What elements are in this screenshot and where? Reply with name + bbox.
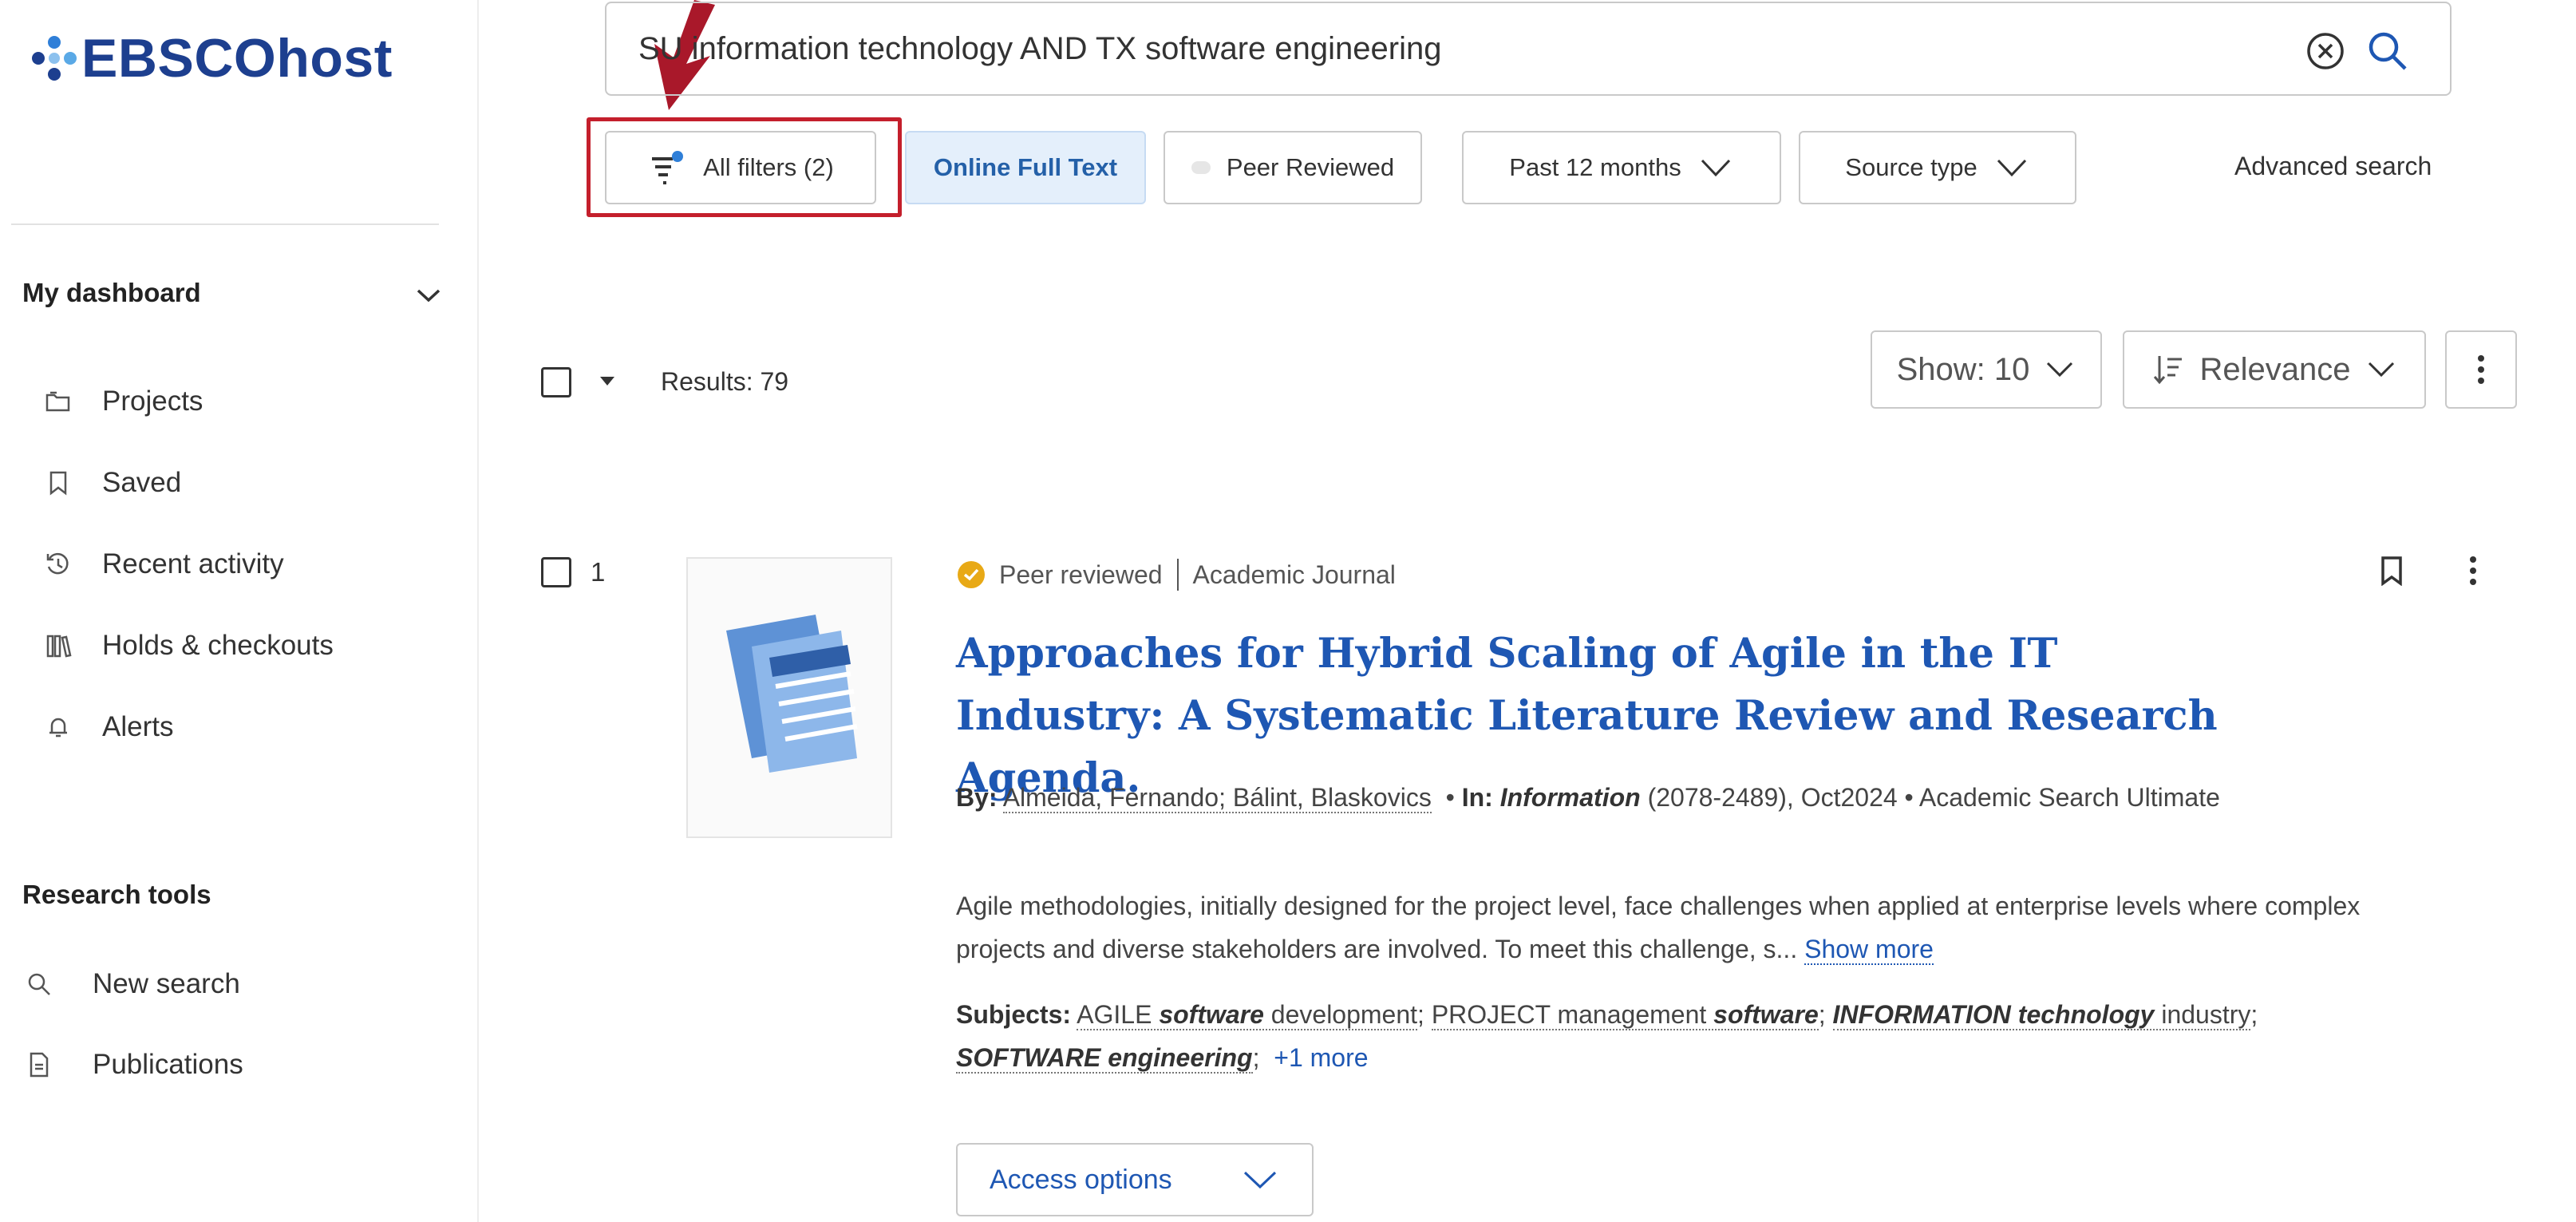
source-details: (2078-2489), Oct2024 • Academic Search U… (1647, 783, 2220, 812)
logo-mark-icon (32, 36, 77, 81)
sidebar-item-label: Holds & checkouts (102, 630, 334, 661)
sidebar-item-label: Publications (93, 1049, 243, 1080)
sidebar-divider (11, 223, 439, 225)
results-count: Results: 79 (661, 367, 789, 396)
more-subjects-link[interactable]: +1 more (1274, 1043, 1368, 1072)
subject-link[interactable]: INFORMATION technology industry (1832, 1000, 2251, 1030)
sort-label: Relevance (2199, 351, 2351, 387)
dashboard-heading[interactable]: My dashboard (22, 278, 201, 308)
result-checkbox[interactable] (541, 557, 571, 587)
peer-reviewed-filter[interactable]: Peer Reviewed (1164, 131, 1422, 204)
peer-reviewed-check-icon (958, 561, 985, 588)
authors-link[interactable]: Almeida, Fernando; Bálint, Blaskovics (1002, 783, 1432, 813)
kebab-menu-icon (2470, 556, 2476, 585)
chevron-down-icon (1997, 159, 2026, 177)
publication-type: Academic Journal (1192, 560, 1396, 589)
bell-icon (41, 710, 75, 744)
all-filters-label: All filters (2) (703, 153, 834, 181)
ebscohost-logo[interactable]: EBSCOhost (32, 22, 393, 94)
sidebar-item-label: Projects (102, 386, 203, 417)
date-range-label: Past 12 months (1509, 153, 1681, 181)
journal-name[interactable]: Information (1500, 783, 1641, 812)
dashboard-collapse-toggle[interactable] (409, 279, 448, 311)
result-thumbnail[interactable] (686, 557, 892, 838)
search-query-text: SU information technology AND TX softwar… (638, 30, 1442, 66)
sidebar-item-label: Alerts (102, 711, 174, 742)
chevron-down-icon (1243, 1171, 1277, 1189)
sidebar-item-publications[interactable]: Publications (22, 1048, 243, 1082)
more-options-button[interactable] (2445, 330, 2517, 409)
meta-separator (1176, 559, 1179, 591)
history-icon (41, 548, 75, 581)
sidebar-item-label: Recent activity (102, 548, 284, 579)
subject-link[interactable]: SOFTWARE engineering (956, 1043, 1253, 1074)
all-filters-button[interactable]: All filters (2) (605, 131, 876, 204)
result-more-options-button[interactable] (2453, 551, 2493, 591)
result-byline: By: Almeida, Fernando; Bálint, Blaskovic… (956, 783, 2220, 813)
toggle-dot-icon (1191, 161, 1211, 174)
bookmark-icon (41, 466, 75, 500)
advanced-search-link[interactable]: Advanced search (2234, 152, 2432, 181)
subject-link[interactable]: PROJECT management software (1431, 1000, 1819, 1030)
search-submit-icon[interactable] (2365, 29, 2410, 73)
books-icon (41, 629, 75, 662)
subject-link[interactable]: AGILE software development (1077, 1000, 1418, 1030)
select-options-caret-icon[interactable] (600, 377, 614, 386)
chevron-down-icon (1701, 159, 1730, 177)
source-type-dropdown[interactable]: Source type (1799, 131, 2076, 204)
sidebar: EBSCOhost My dashboard Projects Saved Re… (0, 0, 479, 1222)
result-number: 1 (591, 557, 606, 587)
access-options-label: Access options (990, 1164, 1172, 1195)
sidebar-item-saved[interactable]: Saved (41, 466, 181, 500)
date-range-dropdown[interactable]: Past 12 months (1462, 131, 1781, 204)
sidebar-item-recent-activity[interactable]: Recent activity (41, 548, 284, 581)
research-tools-heading: Research tools (22, 880, 211, 909)
access-options-dropdown[interactable]: Access options (956, 1143, 1314, 1216)
select-all-checkbox[interactable] (541, 367, 571, 397)
logo-text: EBSCOhost (81, 28, 393, 89)
search-icon (22, 967, 56, 1001)
save-result-button[interactable] (2372, 551, 2412, 591)
sidebar-item-new-search[interactable]: New search (22, 967, 240, 1001)
peer-reviewed-badge: Peer reviewed (999, 560, 1163, 589)
folder-icon (41, 385, 75, 418)
peer-reviewed-label: Peer Reviewed (1226, 153, 1395, 181)
result-subjects: Subjects: AGILE software development; PR… (956, 1000, 2258, 1074)
bookmark-icon (2381, 556, 2402, 586)
sort-icon (2154, 356, 2183, 385)
online-full-text-label: Online Full Text (933, 153, 1118, 181)
show-more-link[interactable]: Show more (1804, 935, 1934, 965)
source-type-label: Source type (1845, 153, 1977, 181)
chevron-down-icon (2047, 362, 2073, 378)
show-per-page-dropdown[interactable]: Show: 10 (1871, 330, 2102, 409)
sidebar-item-label: New search (93, 968, 240, 999)
online-full-text-filter[interactable]: Online Full Text (905, 131, 1146, 204)
abstract-text: Agile methodologies, initially designed … (956, 892, 2361, 963)
result-abstract: Agile methodologies, initially designed … (956, 884, 2424, 971)
by-label: By: (956, 783, 998, 812)
subjects-label: Subjects: (956, 1000, 1072, 1029)
result-meta: Peer reviewed Academic Journal (958, 559, 1396, 591)
clear-search-icon[interactable] (2305, 30, 2346, 72)
sidebar-item-projects[interactable]: Projects (41, 385, 203, 418)
search-input[interactable]: SU information technology AND TX softwar… (605, 2, 2452, 96)
document-thumbnail-icon (726, 615, 858, 773)
document-icon (22, 1048, 56, 1082)
kebab-menu-icon (2478, 355, 2484, 384)
in-label: In: (1461, 783, 1493, 812)
sidebar-item-holds-checkouts[interactable]: Holds & checkouts (41, 629, 334, 662)
sort-dropdown[interactable]: Relevance (2123, 330, 2426, 409)
sidebar-item-label: Saved (102, 467, 182, 498)
chevron-down-icon (417, 289, 441, 303)
show-per-page-label: Show: 10 (1896, 351, 2030, 387)
filter-icon (652, 151, 684, 184)
sidebar-item-alerts[interactable]: Alerts (41, 710, 173, 744)
chevron-down-icon (2368, 362, 2394, 378)
